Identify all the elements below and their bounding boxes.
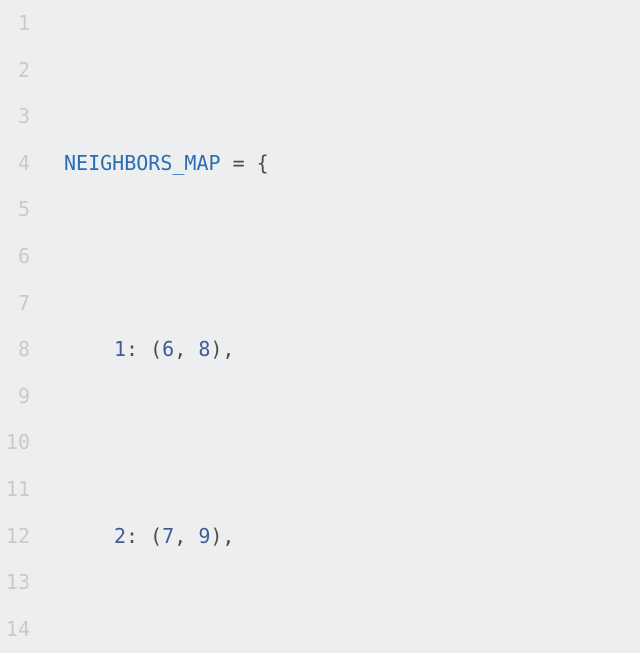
- punct: : (: [126, 524, 162, 548]
- identifier: NEIGHBORS_MAP: [64, 151, 221, 175]
- punct: ),: [210, 337, 234, 361]
- punct: ),: [210, 524, 234, 548]
- number: 2: [114, 524, 126, 548]
- line-number: 12: [0, 513, 36, 560]
- line-number: 14: [0, 606, 36, 653]
- line-number-gutter: 1 2 3 4 5 6 7 8 9 10 11 12 13 14: [0, 0, 36, 653]
- code-block: 1 2 3 4 5 6 7 8 9 10 11 12 13 14 NEIGHBO…: [0, 0, 640, 653]
- line-number: 6: [0, 233, 36, 280]
- line-number: 8: [0, 326, 36, 373]
- line-number: 3: [0, 93, 36, 140]
- line-number: 1: [0, 0, 36, 47]
- punct: ,: [174, 337, 198, 361]
- number: 1: [114, 337, 126, 361]
- number: 7: [162, 524, 174, 548]
- line-number: 7: [0, 280, 36, 327]
- number: 9: [198, 524, 210, 548]
- punct: : (: [126, 337, 162, 361]
- line-number: 2: [0, 47, 36, 94]
- line-number: 10: [0, 419, 36, 466]
- line-number: 4: [0, 140, 36, 187]
- line-number: 11: [0, 466, 36, 513]
- number: 8: [198, 337, 210, 361]
- punct: ,: [174, 524, 198, 548]
- code-content: NEIGHBORS_MAP = { 1: (6, 8), 2: (7, 9), …: [36, 0, 511, 653]
- code-line: NEIGHBORS_MAP = {: [64, 140, 511, 187]
- punct: = {: [221, 151, 269, 175]
- line-number: 5: [0, 186, 36, 233]
- code-line: 2: (7, 9),: [64, 513, 511, 560]
- line-number: 9: [0, 373, 36, 420]
- line-number: 13: [0, 559, 36, 606]
- number: 6: [162, 337, 174, 361]
- code-line: 1: (6, 8),: [64, 326, 511, 373]
